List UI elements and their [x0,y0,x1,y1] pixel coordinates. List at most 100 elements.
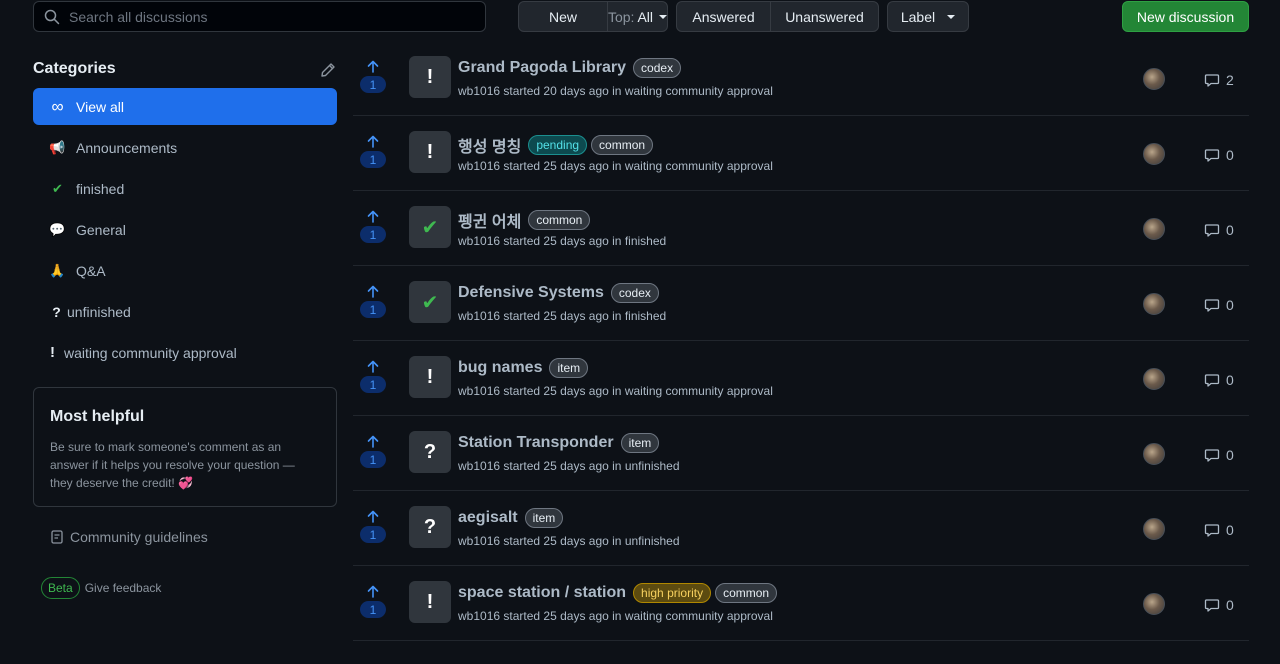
sidebar-item-waiting-community-approval[interactable]: ! waiting community approval [33,334,337,371]
arrow-up-icon[interactable] [367,210,379,223]
vote-count: 1 [360,226,386,243]
author-link[interactable]: wb1016 [458,159,500,173]
upvote-widget[interactable]: 1 [360,510,386,543]
label-badge[interactable]: item [524,508,564,528]
discussion-title[interactable]: bug names [458,359,542,377]
discussion-category-link[interactable]: unfinished [625,534,680,548]
upvote-widget[interactable]: 1 [360,285,386,318]
discussion-title[interactable]: Defensive Systems [458,284,604,302]
sidebar-item-view-all[interactable]: ∞ View all [33,88,337,125]
author-link[interactable]: wb1016 [458,309,500,323]
discussion-row[interactable]: 1 ✔ 펭귄 어체 common wb1016 started 25 days … [353,191,1249,266]
label-filter-button[interactable]: Label [887,1,969,32]
comment-count[interactable]: 0 [1204,147,1234,163]
search-input[interactable] [69,8,469,25]
discussion-category-link[interactable]: waiting community approval [625,159,773,173]
give-feedback[interactable]: Beta Give feedback [41,577,161,599]
give-feedback-link[interactable]: Give feedback [85,581,162,595]
filter-unanswered-button[interactable]: Unanswered [770,1,879,32]
avatar[interactable] [1143,443,1165,465]
author-link[interactable]: wb1016 [458,234,500,248]
discussion-title[interactable]: Station Transponder [458,434,614,452]
discussion-when: started 25 days ago in [503,234,622,248]
author-link[interactable]: wb1016 [458,384,500,398]
avatar[interactable] [1143,293,1165,315]
comment-count-value: 0 [1226,222,1234,238]
avatar[interactable] [1143,593,1165,615]
label-badge[interactable]: common [715,583,778,603]
comment-count[interactable]: 0 [1204,447,1234,463]
sidebar-item-qa[interactable]: 🙏 Q&A [33,252,337,289]
upvote-widget[interactable]: 1 [360,435,386,468]
avatar[interactable] [1143,368,1165,390]
label-badge[interactable]: item [620,433,660,453]
sidebar-item-general[interactable]: 💬 General [33,211,337,248]
label-badge[interactable]: item [549,358,589,378]
sort-top-button[interactable]: Top: All [607,1,668,32]
upvote-widget[interactable]: 1 [360,360,386,393]
comment-count[interactable]: 2 [1204,72,1234,88]
discussion-category-link[interactable]: finished [625,234,666,248]
arrow-up-icon[interactable] [367,510,379,523]
discussion-title[interactable]: 행성 명칭 [458,133,521,157]
label-badge[interactable]: common [591,135,654,155]
discussion-row[interactable]: 1 ✔ Defensive Systems codex wb1016 start… [353,266,1249,341]
filter-answered-button[interactable]: Answered [676,1,771,32]
comment-count[interactable]: 0 [1204,297,1234,313]
comment-count[interactable]: 0 [1204,372,1234,388]
label-badge[interactable]: common [528,210,591,230]
upvote-widget[interactable]: 1 [360,585,386,618]
community-guidelines-link[interactable]: Community guidelines [49,529,208,545]
new-discussion-button[interactable]: New discussion [1122,1,1249,32]
discussion-title[interactable]: aegisalt [458,509,518,527]
discussion-title[interactable]: 펭귄 어체 [458,208,521,232]
comment-count[interactable]: 0 [1204,522,1234,538]
discussion-title[interactable]: space station / station [458,584,626,602]
label-badge[interactable]: codex [610,283,659,303]
sort-new-button[interactable]: New [518,1,608,32]
discussion-category-link[interactable]: finished [625,309,666,323]
author-link[interactable]: wb1016 [458,609,500,623]
upvote-widget[interactable]: 1 [360,135,386,168]
discussion-row[interactable]: 1 ? Station Transponder item wb1016 star… [353,416,1249,491]
arrow-up-icon[interactable] [367,60,379,73]
discussion-row[interactable]: 1 ! Grand Pagoda Library codex wb1016 st… [353,41,1249,116]
label-badge[interactable]: codex [633,58,682,78]
author-link[interactable]: wb1016 [458,84,500,98]
comment-count[interactable]: 0 [1204,222,1234,238]
author-link[interactable]: wb1016 [458,459,500,473]
pencil-icon[interactable] [320,62,336,78]
arrow-up-icon[interactable] [367,360,379,373]
comment-count[interactable]: 0 [1204,597,1234,613]
discussion-row[interactable]: 1 ! 행성 명칭 pending common wb1016 started 2… [353,116,1249,191]
discussion-row[interactable]: 1 ? aegisalt item wb1016 started 25 days… [353,491,1249,566]
discussion-row[interactable]: 1 ! space station / station high priorit… [353,566,1249,641]
sort-new-label: New [548,8,577,25]
discussion-category-link[interactable]: unfinished [625,459,680,473]
discussion-title[interactable]: Grand Pagoda Library [458,59,626,77]
arrow-up-icon[interactable] [367,585,379,598]
label-badge[interactable]: high priority [633,583,712,603]
chevron-down-icon [947,14,956,19]
arrow-up-icon[interactable] [367,435,379,448]
avatar[interactable] [1143,518,1165,540]
upvote-widget[interactable]: 1 [360,60,386,93]
discussion-category-link[interactable]: waiting community approval [625,384,773,398]
sidebar-item-finished[interactable]: ✔ finished [33,170,337,207]
avatar[interactable] [1143,143,1165,165]
sidebar-item-announcements[interactable]: 📢 Announcements [33,129,337,166]
search-box[interactable] [33,1,486,32]
author-link[interactable]: wb1016 [458,534,500,548]
discussion-category-link[interactable]: waiting community approval [625,84,773,98]
comment-icon [1204,374,1220,387]
arrow-up-icon[interactable] [367,285,379,298]
avatar[interactable] [1143,68,1165,90]
discussion-row[interactable]: 1 ! bug names item wb1016 started 25 day… [353,341,1249,416]
label-badge[interactable]: pending [528,135,588,155]
discussion-category-link[interactable]: waiting community approval [625,609,773,623]
avatar[interactable] [1143,218,1165,240]
upvote-widget[interactable]: 1 [360,210,386,243]
comment-count-value: 2 [1226,72,1234,88]
sidebar-item-unfinished[interactable]: ? unfinished [33,293,337,330]
arrow-up-icon[interactable] [367,135,379,148]
